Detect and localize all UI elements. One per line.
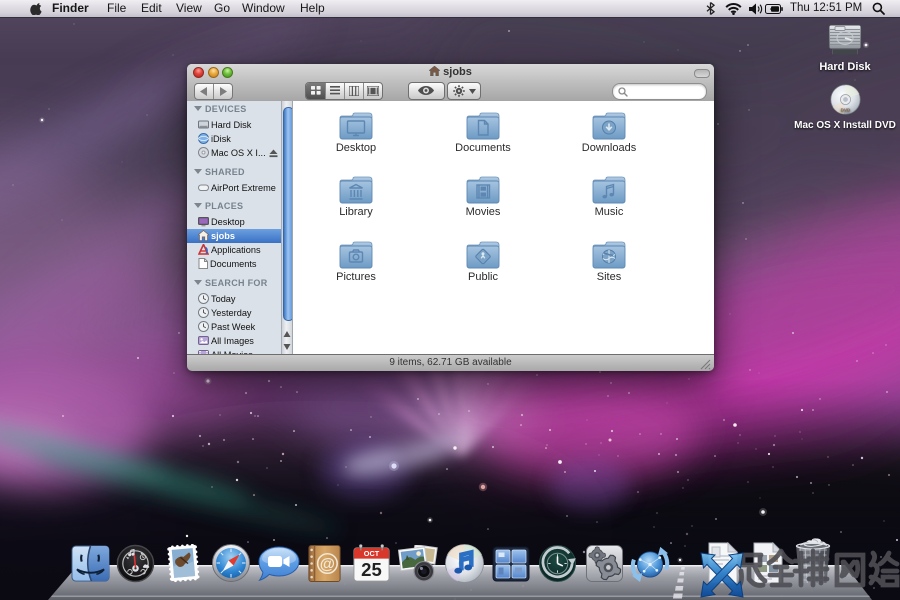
- svg-text:DVD: DVD: [840, 107, 850, 112]
- svg-text:OCT: OCT: [364, 549, 380, 558]
- svg-text:25: 25: [361, 559, 382, 580]
- svg-text:@: @: [320, 556, 335, 573]
